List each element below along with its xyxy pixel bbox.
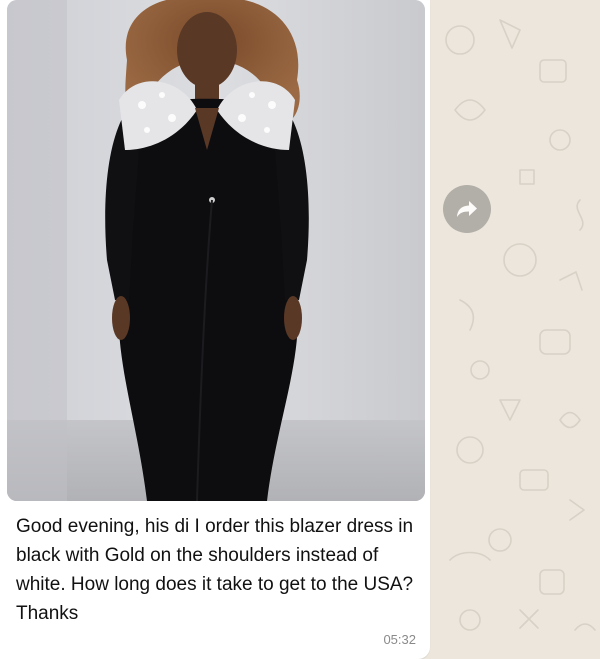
message-text: Good evening, his di I order this blazer… [16, 516, 414, 624]
message-timestamp: 05:32 [383, 632, 416, 647]
dress-photo-image [7, 0, 425, 501]
forward-button[interactable] [443, 185, 491, 233]
media-photo[interactable] [7, 0, 425, 501]
message-bubble[interactable]: Good evening, his di I order this blazer… [0, 0, 430, 659]
forward-icon [457, 201, 477, 217]
